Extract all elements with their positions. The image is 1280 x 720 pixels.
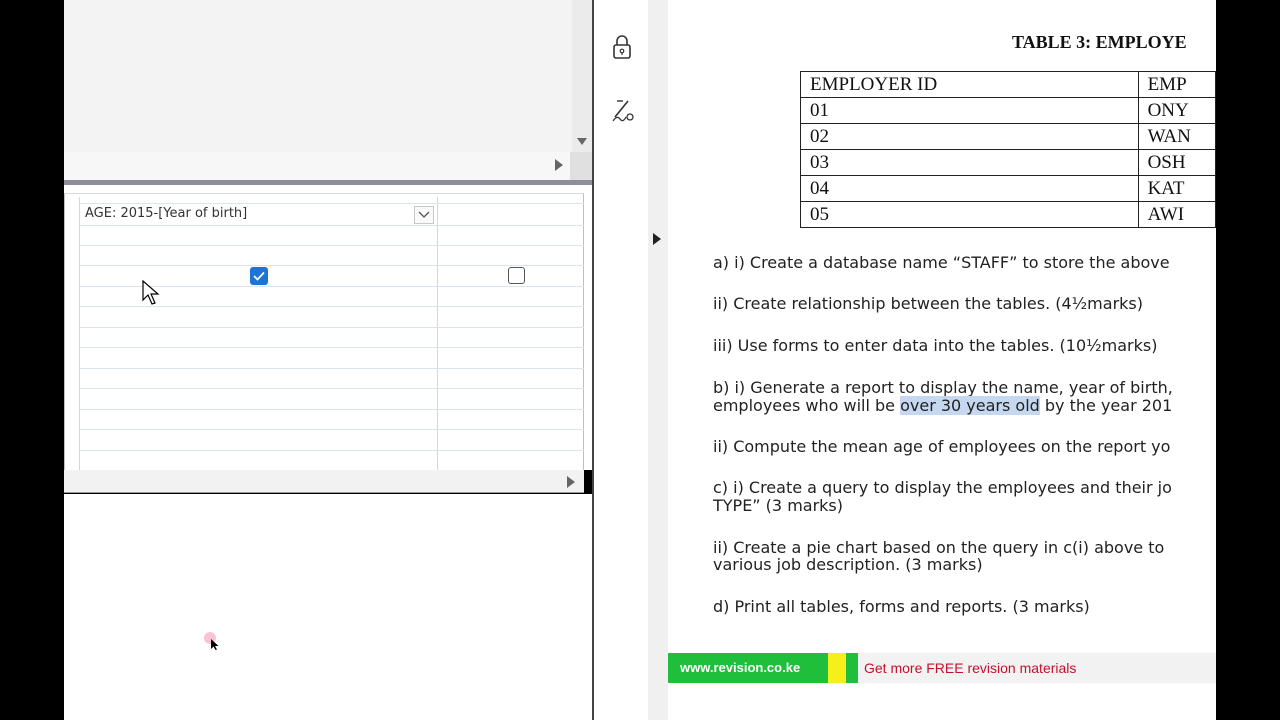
question-c-i-line2: TYPE” (3 marks): [713, 496, 843, 515]
screen-edge: [1216, 0, 1280, 720]
employer-table: EMPLOYER ID EMP 01 ONY 02 WAN 03 OSH 04 …: [800, 71, 1216, 228]
lock-icon[interactable]: [611, 33, 633, 61]
table-row: 04 KAT: [800, 175, 1216, 202]
grid-row-line: [80, 450, 584, 451]
design-grid-border: [64, 193, 584, 493]
grid-row-line: [80, 327, 584, 328]
grid-row-line: [80, 265, 584, 266]
empty-pane: [64, 494, 592, 720]
scrollbar-thumb[interactable]: [570, 152, 592, 180]
table-header-cell: EMPLOYER ID: [800, 71, 1139, 98]
table-pane: [64, 0, 592, 152]
question-text: employees who will be: [713, 396, 901, 415]
grid-row-line: [80, 245, 584, 246]
checkmark-icon: [253, 271, 265, 281]
table-header-row: EMPLOYER ID EMP: [800, 71, 1216, 98]
pdf-panel-gutter: [648, 0, 668, 720]
table-cell: ONY: [1137, 97, 1216, 124]
pdf-page[interactable]: TABLE 3: EMPLOYE EMPLOYER ID EMP 01 ONY …: [668, 0, 1216, 720]
sign-icon[interactable]: [611, 97, 635, 123]
question-c-ii-line2: various job description. (3 marks): [713, 555, 983, 574]
table-cell: 05: [800, 201, 1139, 228]
table-cell: OSH: [1137, 149, 1216, 176]
field-expression-cell[interactable]: AGE: 2015-[Year of birth]: [80, 203, 437, 225]
question-a-iii: iii) Use forms to enter data into the ta…: [713, 336, 1158, 355]
expand-arrow-icon[interactable]: [652, 232, 662, 246]
question-b-i-line2: employees who will be over 30 years old …: [713, 396, 1173, 415]
show-checkbox-checked[interactable]: [250, 267, 268, 285]
table-title: TABLE 3: EMPLOYE: [1012, 32, 1187, 52]
grid-row-line: [80, 225, 584, 226]
footer-accent: [846, 653, 858, 683]
grid-row-line: [80, 368, 584, 369]
highlighted-text[interactable]: over 30 years old: [900, 396, 1040, 415]
field-dropdown-button[interactable]: [414, 206, 434, 224]
question-text: by the year 201: [1039, 396, 1173, 415]
scroll-right-arrow-icon[interactable]: [554, 158, 564, 172]
question-b-ii: ii) Compute the mean age of employees on…: [713, 437, 1171, 456]
table-cell: 02: [800, 123, 1139, 150]
table-cell: 04: [800, 175, 1139, 202]
grid-row-line: [80, 306, 584, 307]
table-cell: AWI: [1137, 201, 1216, 228]
table-row: 02 WAN: [800, 123, 1216, 150]
grid-row-line: [80, 347, 584, 348]
question-c-i-line1: c) i) Create a query to display the empl…: [713, 478, 1172, 497]
table-row: 01 ONY: [800, 97, 1216, 124]
table-header-cell: EMP: [1137, 71, 1216, 98]
table-row: 05 AWI: [800, 201, 1216, 228]
footer-accent: [828, 653, 846, 683]
question-b-i-line1: b) i) Generate a report to display the n…: [713, 378, 1173, 397]
question-d: d) Print all tables, forms and reports. …: [713, 597, 1090, 616]
mouse-cursor-icon: [142, 280, 160, 305]
footer-promo[interactable]: Get more FREE revision materials: [858, 653, 1216, 683]
grid-row-line: [80, 388, 584, 389]
table-cell: WAN: [1137, 123, 1216, 150]
table-cell: 01: [800, 97, 1139, 124]
grid-row-line: [80, 409, 584, 410]
footer-site-link[interactable]: www.revision.co.ke: [668, 653, 828, 683]
dropdown-chevron-icon: [418, 211, 430, 218]
table-row: 03 OSH: [800, 149, 1216, 176]
question-a-i: a) i) Create a database name “STAFF” to …: [713, 253, 1170, 272]
horizontal-scrollbar-bottom[interactable]: [64, 470, 584, 493]
grid-row-line: [80, 429, 584, 430]
scroll-right-arrow-icon[interactable]: [566, 475, 576, 489]
question-a-ii: ii) Create relationship between the tabl…: [713, 294, 1143, 313]
table-cell: KAT: [1137, 175, 1216, 202]
show-checkbox-unchecked[interactable]: [508, 267, 525, 284]
scroll-down-arrow-icon[interactable]: [576, 136, 588, 146]
horizontal-scrollbar-top[interactable]: [64, 152, 592, 180]
table-cell: 03: [800, 149, 1139, 176]
pdf-tool-sidebar: [594, 0, 650, 720]
question-c-ii-line1: ii) Create a pie chart based on the quer…: [713, 538, 1165, 557]
